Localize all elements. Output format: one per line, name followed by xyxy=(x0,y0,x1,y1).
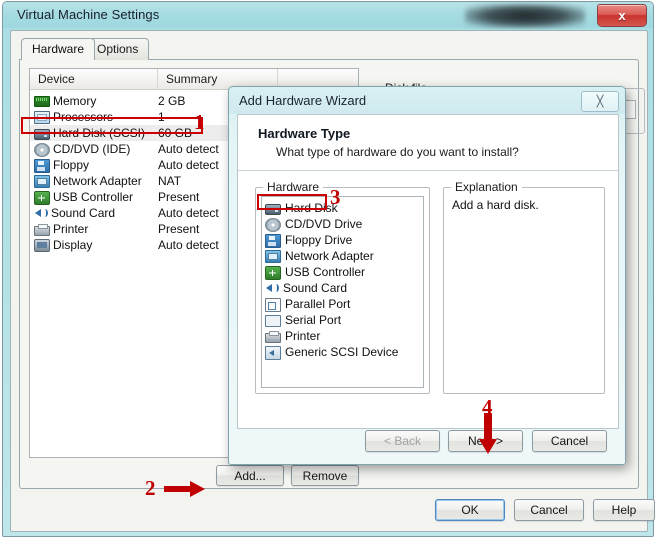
list-item[interactable]: Network Adapter xyxy=(262,248,423,264)
tab-options[interactable]: Options xyxy=(86,38,150,60)
network-adapter-icon xyxy=(265,250,281,263)
hardware-group-legend: Hardware xyxy=(263,180,324,194)
processor-icon xyxy=(34,111,50,124)
device-name: USB Controller xyxy=(53,190,134,204)
wizard-header: Hardware Type What type of hardware do y… xyxy=(238,115,618,171)
list-item-hard-disk[interactable]: Hard Disk xyxy=(262,200,423,216)
list-item-label: Floppy Drive xyxy=(285,233,353,247)
title-bar: Virtual Machine Settings x xyxy=(3,2,653,28)
device-summary: NAT xyxy=(158,174,182,188)
list-item-label: Sound Card xyxy=(283,281,348,295)
usb-controller-icon xyxy=(34,190,50,205)
add-button[interactable]: Add... xyxy=(216,465,284,486)
wizard-subheading: What type of hardware do you want to ins… xyxy=(276,145,519,159)
cd-dvd-icon xyxy=(34,142,50,157)
device-name: Sound Card xyxy=(51,206,116,220)
list-item[interactable]: Printer xyxy=(262,328,423,344)
wizard-close-button[interactable]: ╳ xyxy=(581,91,619,112)
window-title: Virtual Machine Settings xyxy=(17,7,160,22)
floppy-icon xyxy=(34,158,50,173)
wizard-title: Add Hardware Wizard xyxy=(239,93,367,108)
network-adapter-icon xyxy=(34,175,50,188)
generic-scsi-icon xyxy=(265,345,281,360)
wizard-footer: < Back Next > Cancel xyxy=(237,430,619,458)
list-item-label: Hard Disk xyxy=(285,201,338,215)
wizard-body: Hardware Type What type of hardware do y… xyxy=(237,114,619,429)
tab-hardware[interactable]: Hardware xyxy=(21,38,96,60)
list-item[interactable]: Serial Port xyxy=(262,312,423,328)
list-item[interactable]: USB Controller xyxy=(262,264,423,280)
parallel-port-icon xyxy=(265,297,281,312)
list-item-label: Serial Port xyxy=(285,313,342,327)
sound-card-icon xyxy=(265,282,279,295)
display-icon xyxy=(34,239,50,252)
hardware-group: Hardware Hard Disk CD/DVD Drive Floppy D… xyxy=(255,180,430,394)
explanation-group: Explanation Add a hard disk. xyxy=(443,180,605,394)
printer-icon xyxy=(265,330,281,343)
explanation-text: Add a hard disk. xyxy=(452,198,539,212)
title-bar-smudge xyxy=(465,4,585,28)
list-item[interactable]: Parallel Port xyxy=(262,296,423,312)
list-item[interactable]: CD/DVD Drive xyxy=(262,216,423,232)
device-name: Hard Disk (SCSI) xyxy=(53,126,146,140)
serial-port-icon xyxy=(265,315,281,327)
list-item[interactable]: Generic SCSI Device xyxy=(262,344,423,360)
device-summary: Auto detect xyxy=(158,206,219,220)
explanation-legend: Explanation xyxy=(451,180,522,194)
ok-button[interactable]: OK xyxy=(435,499,505,521)
device-summary: Auto detect xyxy=(158,158,219,172)
list-item[interactable]: Sound Card xyxy=(262,280,423,296)
cancel-button[interactable]: Cancel xyxy=(514,499,584,521)
help-button[interactable]: Help xyxy=(593,499,655,521)
hardware-list[interactable]: Hard Disk CD/DVD Drive Floppy Drive Netw… xyxy=(261,196,424,388)
list-item[interactable]: Floppy Drive xyxy=(262,232,423,248)
printer-icon xyxy=(34,223,50,236)
add-hardware-wizard-dialog: Add Hardware Wizard ╳ Hardware Type What… xyxy=(228,86,626,465)
wizard-cancel-button[interactable]: Cancel xyxy=(532,430,607,452)
device-summary: Present xyxy=(158,222,200,236)
device-name: Network Adapter xyxy=(53,174,142,188)
cd-dvd-icon xyxy=(265,217,281,232)
list-item-label: USB Controller xyxy=(285,265,366,279)
wizard-back-button[interactable]: < Back xyxy=(365,430,440,452)
device-summary: Auto detect xyxy=(158,238,219,252)
sound-card-icon xyxy=(34,207,48,220)
wizard-title-bar: Add Hardware Wizard ╳ xyxy=(229,87,625,114)
window-close-button[interactable]: x xyxy=(597,4,647,27)
device-name: Display xyxy=(53,238,93,252)
device-name: CD/DVD (IDE) xyxy=(53,142,131,156)
list-item-label: Printer xyxy=(285,329,321,343)
list-item-label: CD/DVD Drive xyxy=(285,217,363,231)
hard-disk-icon xyxy=(34,128,50,140)
remove-button[interactable]: Remove xyxy=(291,465,359,486)
device-name: Memory xyxy=(53,94,97,108)
list-item-label: Generic SCSI Device xyxy=(285,345,399,359)
wizard-next-button[interactable]: Next > xyxy=(448,430,523,452)
device-summary: 2 GB xyxy=(158,94,186,108)
wizard-heading: Hardware Type xyxy=(258,126,351,141)
device-name: Floppy xyxy=(53,158,90,172)
hard-disk-icon xyxy=(265,203,281,215)
list-item-label: Network Adapter xyxy=(285,249,374,263)
device-summary: Present xyxy=(158,190,200,204)
list-item-label: Parallel Port xyxy=(285,297,351,311)
floppy-icon xyxy=(265,233,281,248)
device-summary: 1 xyxy=(158,110,165,124)
usb-controller-icon xyxy=(265,265,281,280)
close-icon: ╳ xyxy=(596,96,604,108)
column-header-device[interactable]: Device xyxy=(30,69,158,89)
memory-icon xyxy=(34,96,50,107)
device-summary: Auto detect xyxy=(158,142,219,156)
device-name: Printer xyxy=(53,222,89,236)
device-name: Processors xyxy=(53,110,114,124)
close-icon: x xyxy=(618,8,626,23)
device-summary: 60 GB xyxy=(158,126,193,140)
